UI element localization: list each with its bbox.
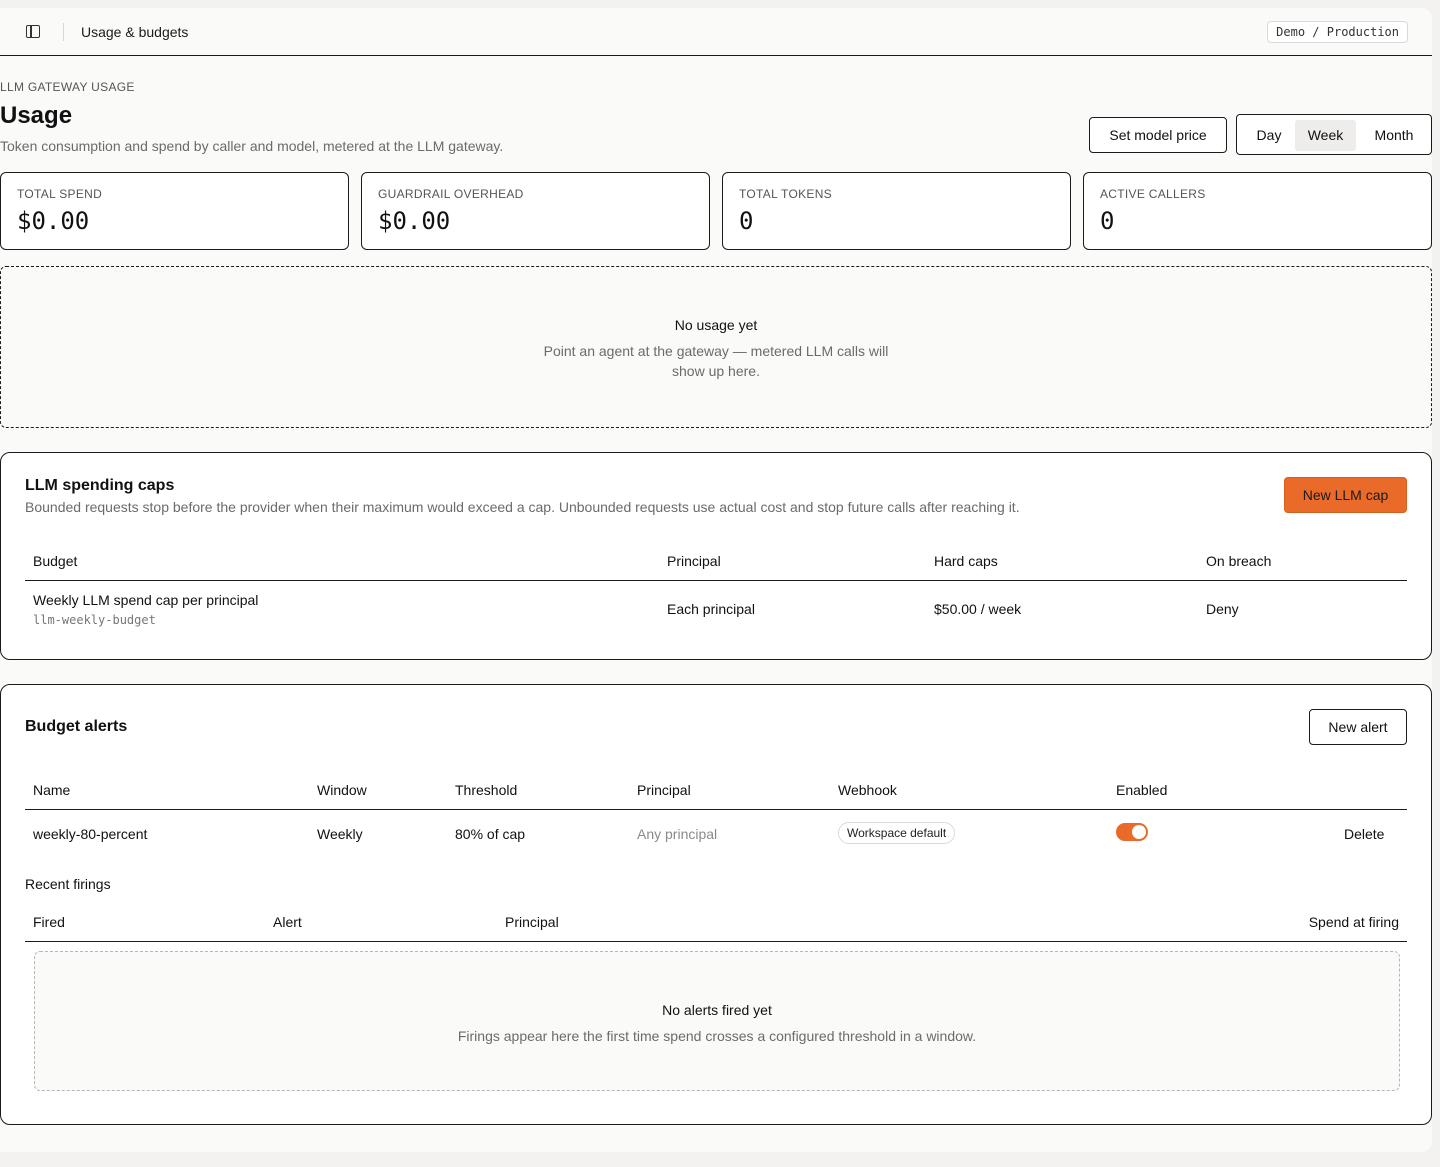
column-header: Enabled: [1116, 782, 1168, 798]
alert-name: weekly-80-percent: [33, 826, 148, 842]
stat-value: 0: [1100, 207, 1115, 235]
top-bar: Usage & budgets Demo / Production: [0, 8, 1432, 56]
sidebar-toggle-icon[interactable]: [26, 25, 40, 38]
column-header: Name: [33, 782, 71, 798]
column-header: Spend at firing: [1308, 914, 1399, 930]
delete-alert-button[interactable]: Delete: [1344, 826, 1384, 842]
column-header: Alert: [273, 914, 302, 930]
panel-description: Bounded requests stop before the provide…: [25, 499, 1020, 515]
empty-state-title: No alerts fired yet: [662, 1002, 772, 1018]
firings-empty-state: No alerts fired yet Firings appear here …: [34, 951, 1400, 1091]
empty-state-line: Point an agent at the gateway — metered …: [543, 343, 889, 359]
column-header: Budget: [33, 553, 78, 569]
panel-title: Budget alerts: [25, 718, 128, 735]
range-option-day[interactable]: Day: [1243, 120, 1295, 151]
panel-title: LLM spending caps: [25, 477, 175, 494]
budget-slug: llm-weekly-budget: [33, 613, 156, 627]
stat-value: $0.00: [378, 207, 451, 235]
page-breadcrumb: Usage & budgets: [81, 24, 189, 40]
column-header: Principal: [637, 782, 691, 798]
stat-label: ACTIVE CALLERS: [1100, 187, 1206, 201]
toggle-knob: [1132, 825, 1146, 839]
spending-caps-panel: LLM spending caps Bounded requests stop …: [0, 452, 1432, 660]
stat-value: $0.00: [17, 207, 90, 235]
app-frame: Usage & budgets Demo / Production LLM GA…: [0, 8, 1432, 1152]
alert-enabled-toggle[interactable]: [1116, 823, 1148, 841]
budget-hard-caps: $50.00 / week: [934, 601, 1022, 617]
webhook-badge: Workspace default: [838, 822, 956, 844]
usage-empty-state: No usage yet Point an agent at the gatew…: [0, 266, 1432, 428]
column-header: Principal: [667, 553, 721, 569]
stat-card-total-spend: TOTAL SPEND $0.00: [0, 172, 349, 250]
page-subtitle: Token consumption and spend by caller an…: [0, 138, 504, 154]
table-header-rule: [25, 809, 1407, 810]
stat-label: TOTAL SPEND: [17, 187, 103, 201]
stat-value: 0: [739, 207, 754, 235]
column-header: Webhook: [838, 782, 897, 798]
budget-name: Weekly LLM spend cap per principal: [33, 592, 259, 608]
table-header-rule: [25, 941, 1407, 942]
column-header: Hard caps: [934, 553, 998, 569]
empty-state-line: show up here.: [672, 363, 760, 379]
range-option-month[interactable]: Month: [1361, 120, 1427, 151]
alert-window: Weekly: [317, 826, 363, 842]
table-header-rule: [25, 580, 1407, 581]
set-model-price-button[interactable]: Set model price: [1089, 117, 1227, 153]
top-bar-divider: [63, 23, 64, 41]
stat-card-active-callers: ACTIVE CALLERS 0: [1083, 172, 1432, 250]
stat-label: GUARDRAIL OVERHEAD: [378, 187, 524, 201]
column-header: Principal: [505, 914, 559, 930]
stat-label: TOTAL TOKENS: [739, 187, 832, 201]
time-range-segmented-control: Day Week Month: [1236, 114, 1432, 155]
stat-card-total-tokens: TOTAL TOKENS 0: [722, 172, 1071, 250]
alert-threshold: 80% of cap: [455, 826, 526, 842]
column-header: Window: [317, 782, 367, 798]
alert-principal: Any principal: [637, 826, 718, 842]
new-alert-button[interactable]: New alert: [1309, 709, 1407, 745]
empty-state-title: No usage yet: [674, 317, 758, 333]
empty-state-line: Firings appear here the first time spend…: [457, 1028, 977, 1044]
recent-firings-title: Recent firings: [25, 876, 111, 892]
stat-card-guardrail-overhead: GUARDRAIL OVERHEAD $0.00: [361, 172, 710, 250]
column-header: Threshold: [455, 782, 518, 798]
budget-on-breach: Deny: [1206, 601, 1239, 617]
section-eyebrow: LLM GATEWAY USAGE: [0, 80, 135, 94]
environment-switcher[interactable]: Demo / Production: [1267, 21, 1408, 43]
new-llm-cap-button[interactable]: New LLM cap: [1284, 477, 1407, 513]
budget-alerts-panel: Budget alerts New alert Name Window Thre…: [0, 684, 1432, 1125]
column-header: Fired: [33, 914, 65, 930]
page-title: Usage: [0, 102, 73, 129]
budget-principal: Each principal: [667, 601, 755, 617]
range-option-week[interactable]: Week: [1295, 120, 1356, 151]
column-header: On breach: [1206, 553, 1272, 569]
